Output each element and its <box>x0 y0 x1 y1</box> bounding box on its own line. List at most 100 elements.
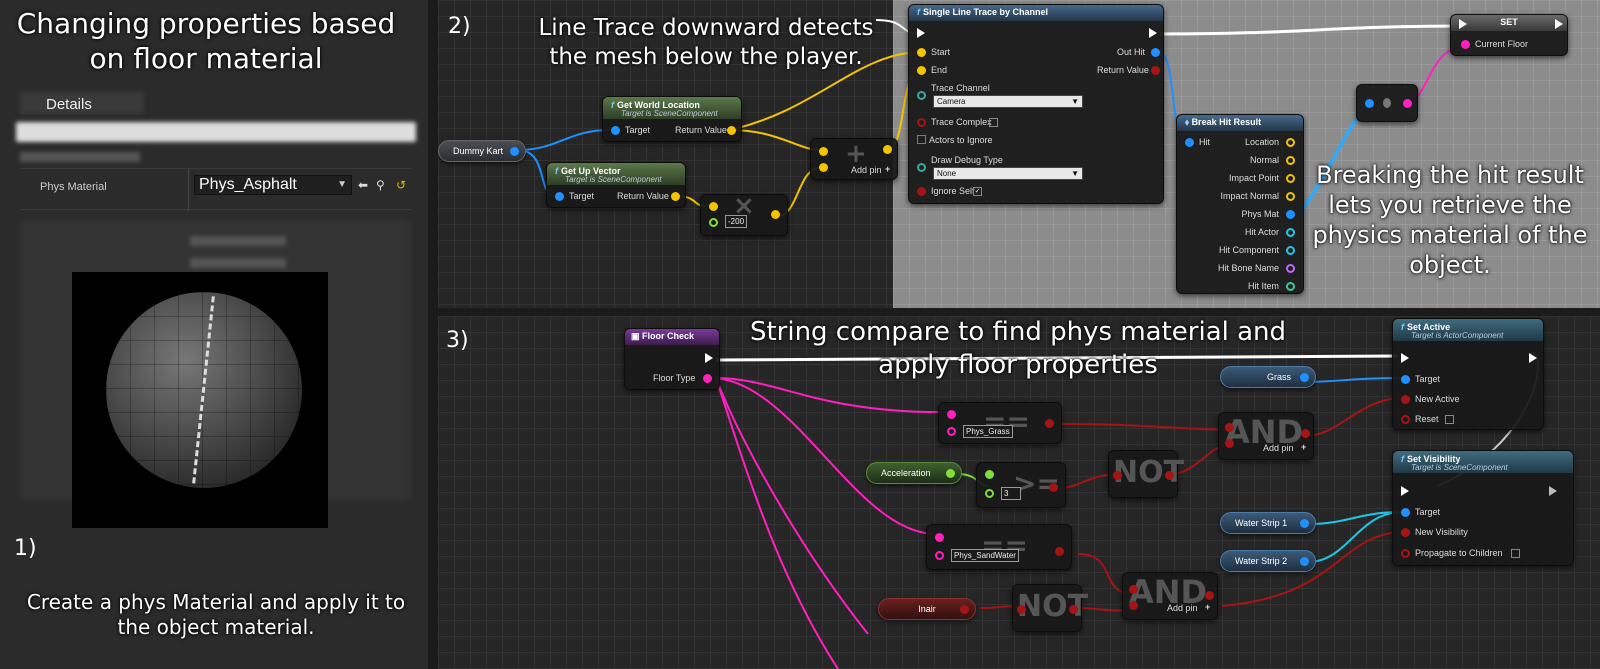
phys-material-select[interactable]: Phys_Asphalt ▼ <box>194 175 352 195</box>
propagate-checkbox[interactable] <box>1511 549 1520 558</box>
break-hit-result-node[interactable]: ⬧ Break Hit Result Hit Location Normal Imp… <box>1176 114 1304 294</box>
lt-channel-pin[interactable] <box>917 91 926 100</box>
and1-in-b[interactable] <box>1225 439 1234 448</box>
plus-icon[interactable]: + <box>1205 602 1210 612</box>
gwl-return-pin[interactable] <box>727 126 736 135</box>
add-in-a[interactable] <box>819 147 828 156</box>
eq-sand-in-a[interactable] <box>935 533 944 542</box>
eq-sand-in-b[interactable] <box>935 551 944 560</box>
lt-debug-pin[interactable] <box>917 163 926 172</box>
get-world-location-node[interactable]: f Get World Location Target is SceneCompo… <box>602 96 742 142</box>
set-current-floor-node[interactable]: SET Current Floor <box>1450 14 1568 56</box>
search-icon[interactable]: ⚲ <box>376 178 385 192</box>
and-node-1[interactable]: AND Add pin + <box>1218 412 1314 460</box>
acceleration-pin[interactable] <box>946 469 955 478</box>
use-selected-arrow-icon[interactable]: ⬅ <box>358 178 368 192</box>
not2-out[interactable] <box>1069 605 1078 614</box>
details-tab[interactable]: Details <box>46 96 92 113</box>
sv-exec-out[interactable] <box>1549 486 1557 496</box>
break-hit-output-pin[interactable] <box>1286 210 1295 219</box>
and2-out[interactable] <box>1205 591 1214 600</box>
not1-out[interactable] <box>1165 471 1174 480</box>
sv-target-pin[interactable] <box>1401 508 1410 517</box>
sa-exec-out[interactable] <box>1529 353 1537 363</box>
floor-type-pin[interactable] <box>703 374 712 383</box>
water-strip-1-pin[interactable] <box>1300 519 1309 528</box>
set-exec-out[interactable] <box>1555 19 1563 29</box>
compare-value-input[interactable]: 3 <box>1001 487 1021 500</box>
break-hit-output-pin[interactable] <box>1286 264 1295 273</box>
phys-sandwater-input[interactable]: Phys_SandWater <box>951 549 1019 562</box>
and1-in-a[interactable] <box>1225 423 1234 432</box>
dummy-kart-pin[interactable] <box>510 147 519 156</box>
break-hit-output-pin[interactable] <box>1286 156 1295 165</box>
lt-complex-pin[interactable] <box>917 118 926 127</box>
add-in-b[interactable] <box>819 163 828 172</box>
eq-grass-in-b[interactable] <box>947 427 956 436</box>
inair-pin[interactable] <box>960 605 969 614</box>
sa-new-active-pin[interactable] <box>1401 395 1410 404</box>
dummy-kart-node[interactable]: Dummy Kart <box>438 140 526 162</box>
lt-end-pin[interactable] <box>917 66 926 75</box>
greater-equal-node[interactable]: >= 3 <box>976 462 1066 508</box>
multiply-value-input[interactable]: -200 <box>725 215 748 228</box>
add-out[interactable] <box>883 145 892 154</box>
actors-ignore-pin-icon[interactable] <box>917 135 926 144</box>
convert-out[interactable] <box>1403 99 1412 108</box>
floor-check-node[interactable]: ▣ Floor Check Floor Type <box>624 328 720 390</box>
ignore-self-checkbox[interactable]: ✓ <box>973 187 982 196</box>
and2-in-b[interactable] <box>1129 601 1138 610</box>
get-up-vector-node[interactable]: f Get Up Vector Target is SceneComponent … <box>546 162 686 208</box>
grass-pin[interactable] <box>1300 373 1309 382</box>
sa-exec-in[interactable] <box>1401 353 1409 363</box>
mul-out[interactable] <box>771 210 780 219</box>
line-trace-node[interactable]: f Single Line Trace by Channel Start Out … <box>908 4 1164 204</box>
lt-exec-in[interactable] <box>917 28 925 38</box>
draw-debug-dropdown[interactable]: None ▼ <box>933 167 1083 180</box>
sv-propagate-pin[interactable] <box>1401 549 1410 558</box>
fc-exec-out[interactable] <box>705 353 713 363</box>
eq-sand-out[interactable] <box>1055 547 1064 556</box>
break-hit-output-pin[interactable] <box>1286 282 1295 291</box>
and1-out[interactable] <box>1301 429 1310 438</box>
water-strip-1-node[interactable]: Water Strip 1 <box>1220 512 1316 534</box>
break-hit-output-pin[interactable] <box>1286 192 1295 201</box>
trace-complex-checkbox[interactable] <box>989 118 998 127</box>
gte-in-a[interactable] <box>985 470 994 479</box>
acceleration-node[interactable]: Acceleration <box>866 462 962 484</box>
plus-icon[interactable]: + <box>1301 442 1306 452</box>
multiply-node[interactable]: × -200 <box>700 191 788 236</box>
not2-in[interactable] <box>1017 605 1026 614</box>
eq-grass-in-a[interactable] <box>947 410 956 419</box>
grass-node[interactable]: Grass <box>1220 366 1316 388</box>
not-node-1[interactable]: NOT <box>1108 450 1184 498</box>
sv-exec-in[interactable] <box>1401 486 1409 496</box>
gte-out[interactable] <box>1049 483 1058 492</box>
lt-return-pin[interactable] <box>1151 66 1160 75</box>
trace-channel-dropdown[interactable]: Camera ▼ <box>933 95 1083 108</box>
set-active-node[interactable]: f Set Active Target is ActorComponent Tar… <box>1392 318 1544 430</box>
guv-target-pin[interactable] <box>555 192 564 201</box>
break-hit-output-pin[interactable] <box>1286 138 1295 147</box>
convert-node[interactable] <box>1356 84 1418 122</box>
add-node[interactable]: + Add pin + <box>810 138 898 180</box>
sv-new-visibility-pin[interactable] <box>1401 528 1410 537</box>
lt-exec-out[interactable] <box>1149 28 1157 38</box>
eq-grass-out[interactable] <box>1045 419 1054 428</box>
lt-start-pin[interactable] <box>917 48 926 57</box>
gte-in-b[interactable] <box>985 489 994 498</box>
equal-sandwater-node[interactable]: == Phys_SandWater <box>926 524 1072 570</box>
reset-icon[interactable]: ↺ <box>396 178 406 192</box>
and-node-2[interactable]: AND Add pin + <box>1122 572 1218 620</box>
not1-in[interactable] <box>1113 471 1122 480</box>
lt-outhit-pin[interactable] <box>1151 48 1160 57</box>
equal-grass-node[interactable]: == Phys_Grass <box>938 402 1062 444</box>
convert-in[interactable] <box>1365 99 1374 108</box>
break-hit-output-pin[interactable] <box>1286 174 1295 183</box>
set-field-pin[interactable] <box>1461 40 1470 49</box>
sa-reset-pin[interactable] <box>1401 415 1410 424</box>
bh-hit-pin[interactable] <box>1185 138 1194 147</box>
not-node-2[interactable]: NOT <box>1012 584 1088 632</box>
water-strip-2-pin[interactable] <box>1300 557 1309 566</box>
and2-in-a[interactable] <box>1129 585 1138 594</box>
